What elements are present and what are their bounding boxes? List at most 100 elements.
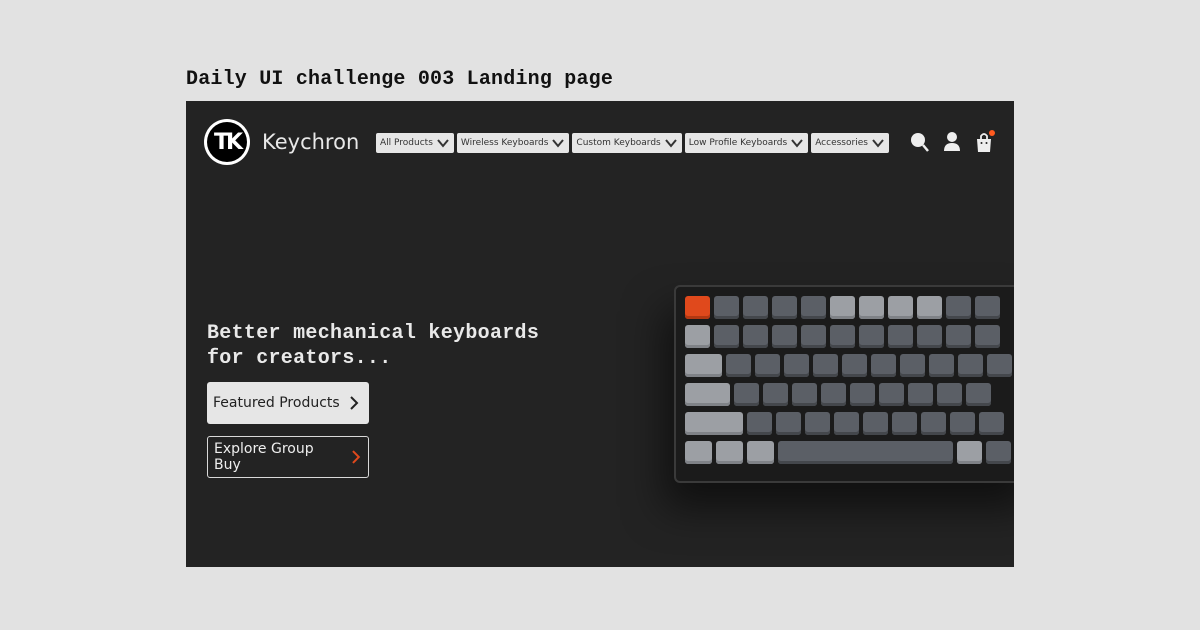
keycap — [716, 441, 743, 464]
chevron-right-icon — [349, 396, 359, 410]
keycap — [772, 296, 797, 319]
keycap — [743, 325, 768, 348]
keycap — [987, 354, 1012, 377]
keycap — [830, 296, 855, 319]
keycap — [801, 296, 826, 319]
keycap — [714, 296, 739, 319]
logo-glyph: TK — [207, 122, 247, 162]
button-label: Explore Group Buy — [214, 441, 314, 473]
nav-low-profile-keyboards[interactable]: Low Profile Keyboards — [684, 133, 809, 153]
nav-label: All Products — [380, 138, 433, 148]
keycap — [813, 354, 838, 377]
keycap — [747, 441, 774, 464]
keycap — [929, 354, 954, 377]
hero-headline-line2: for creators... — [207, 347, 392, 370]
keycap — [726, 354, 751, 377]
keycap — [805, 412, 830, 435]
keyboard-row — [685, 354, 1012, 377]
chevron-down-icon — [664, 139, 677, 148]
keycap — [879, 383, 904, 406]
chevron-down-icon — [552, 139, 565, 148]
keycap — [908, 383, 933, 406]
keycap — [685, 441, 712, 464]
spacebar-keycap — [778, 441, 953, 464]
nav-custom-keyboards[interactable]: Custom Keyboards — [572, 133, 682, 153]
keycap — [986, 441, 1011, 464]
keycap — [685, 412, 743, 435]
header-icons — [910, 130, 995, 153]
keycap — [917, 296, 942, 319]
keycap — [834, 412, 859, 435]
keycap — [917, 325, 942, 348]
keychron-logo-icon[interactable]: TK — [204, 119, 250, 165]
keycap — [946, 296, 971, 319]
keycap — [830, 325, 855, 348]
nav-label: Wireless Keyboards — [460, 138, 549, 148]
keycap — [755, 354, 780, 377]
keycap — [792, 383, 817, 406]
keycap — [946, 325, 971, 348]
keyboard-row — [685, 412, 1004, 435]
landing-page: TK Keychron All Products Wireless Keyboa… — [186, 101, 1014, 567]
keycap — [958, 354, 983, 377]
button-label: Featured Products — [213, 395, 340, 411]
keycap — [842, 354, 867, 377]
keycap — [863, 412, 888, 435]
cart-badge — [989, 130, 995, 136]
keycap — [734, 383, 759, 406]
brand-name[interactable]: Keychron — [262, 130, 359, 154]
keycap — [784, 354, 809, 377]
keycap — [937, 383, 962, 406]
keycap — [888, 296, 913, 319]
keycap — [714, 325, 739, 348]
keycap — [747, 412, 772, 435]
keycap — [957, 441, 982, 464]
keycap — [975, 296, 1000, 319]
keycap — [900, 354, 925, 377]
keycap — [859, 296, 884, 319]
keycap — [975, 325, 1000, 348]
keycap — [979, 412, 1004, 435]
keycap — [685, 383, 730, 406]
nav-label: Accessories — [815, 138, 868, 148]
chevron-down-icon — [791, 139, 803, 148]
keycap — [859, 325, 884, 348]
keycap — [892, 412, 917, 435]
nav-accessories[interactable]: Accessories — [811, 133, 889, 153]
keycap — [772, 325, 797, 348]
nav-label: Custom Keyboards — [576, 138, 661, 148]
chevron-right-icon — [352, 450, 361, 464]
chevron-down-icon — [872, 139, 884, 148]
keycap — [685, 296, 710, 319]
search-icon[interactable] — [910, 131, 930, 153]
screenshot-title: Daily UI challenge 003 Landing page — [186, 68, 614, 91]
keyboard-row — [685, 441, 1011, 464]
keyboard-row — [685, 296, 1000, 319]
keycap — [950, 412, 975, 435]
keycap — [776, 412, 801, 435]
nav-all-products[interactable]: All Products — [376, 133, 454, 153]
nav-label: Low Profile Keyboards — [688, 138, 788, 148]
keycap — [743, 296, 768, 319]
cart-icon[interactable] — [974, 130, 995, 153]
keycap — [850, 383, 875, 406]
keycap — [821, 383, 846, 406]
hero-headline-line1: Better mechanical keyboards — [207, 322, 540, 345]
keycap — [801, 325, 826, 348]
chevron-down-icon — [437, 139, 449, 148]
keycap — [888, 325, 913, 348]
keycap — [685, 354, 722, 377]
nav-wireless-keyboards[interactable]: Wireless Keyboards — [456, 133, 570, 153]
keycap — [685, 325, 710, 348]
keycap — [966, 383, 991, 406]
featured-products-button[interactable]: Featured Products — [207, 382, 369, 424]
keycap — [763, 383, 788, 406]
keyboard-product-image — [674, 285, 1014, 483]
user-icon[interactable] — [942, 131, 962, 153]
keycap — [871, 354, 896, 377]
hero-headline: Better mechanical keyboards for creators… — [207, 321, 587, 371]
keyboard-row — [685, 325, 1000, 348]
explore-group-buy-button[interactable]: Explore Group Buy — [207, 436, 369, 478]
main-nav: All Products Wireless Keyboards Custom K… — [376, 133, 889, 153]
keycap — [921, 412, 946, 435]
